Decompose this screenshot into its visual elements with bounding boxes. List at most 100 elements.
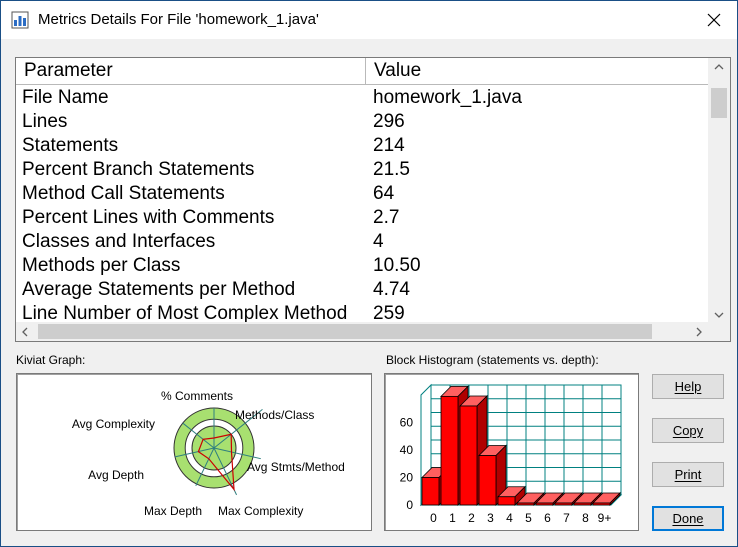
print-button[interactable]: Print — [652, 462, 724, 487]
chevron-right-icon — [696, 327, 702, 336]
copy-button[interactable]: Copy — [652, 418, 724, 443]
metrics-list[interactable]: Parameter Value File Name homework_1.java… — [15, 57, 731, 342]
scroll-right-arrow[interactable] — [690, 322, 708, 341]
close-icon — [707, 13, 721, 27]
histogram-x-tick-label: 8 — [582, 511, 589, 525]
histogram-bar-front — [478, 455, 497, 506]
list-header: Parameter Value — [16, 58, 708, 85]
column-header-value[interactable]: Value — [366, 58, 708, 84]
row-value: 2.7 — [373, 207, 400, 228]
row-parameter: Percent Branch Statements — [22, 159, 255, 180]
histogram-bar-front — [497, 496, 516, 506]
table-row[interactable]: Classes and Interfaces 4 — [16, 230, 708, 254]
histogram-bar-front — [421, 477, 440, 506]
kiviat-axis-label: Max Complexity — [218, 504, 303, 518]
row-value: 4 — [373, 231, 384, 252]
chevron-down-icon — [714, 312, 724, 318]
row-value: 296 — [373, 111, 405, 132]
horizontal-scrollbar[interactable] — [16, 322, 708, 341]
histogram-y-tick-label: 40 — [400, 443, 414, 457]
row-parameter: Average Statements per Method — [22, 279, 296, 300]
histogram-bar-front — [440, 395, 459, 506]
table-row[interactable]: Line Number of Most Complex Method 259 — [16, 302, 708, 324]
histogram-x-tick-label: 5 — [525, 511, 532, 525]
row-value: homework_1.java — [373, 87, 522, 108]
row-parameter: Methods per Class — [22, 255, 181, 276]
row-parameter: Method Call Statements — [22, 183, 225, 204]
done-button[interactable]: Done — [652, 506, 724, 531]
histogram-y-ticks: 0 20 40 60 — [400, 416, 414, 513]
kiviat-graph-panel: % Comments Methods/Class Avg Stmts/Metho… — [16, 373, 372, 531]
histogram-x-ticks: 0 1 2 3 4 5 6 7 8 9+ — [430, 511, 611, 525]
row-parameter: Percent Lines with Comments — [22, 207, 275, 228]
histogram-x-tick-label: 6 — [544, 511, 551, 525]
block-histogram-panel: 0 20 40 60 0 1 2 3 4 5 6 7 8 9+ — [384, 373, 639, 531]
histogram-x-tick-label: 7 — [563, 511, 570, 525]
row-value: 214 — [373, 135, 405, 156]
row-value: 64 — [373, 183, 395, 204]
row-value: 4.74 — [373, 279, 410, 300]
kiviat-axis-label: Avg Depth — [88, 468, 144, 482]
block-histogram-chart: 0204060 0 1 2 3 4 5 6 7 8 9+ — [400, 383, 623, 525]
vertical-scrollbar[interactable] — [708, 58, 730, 324]
histogram-bar-front — [592, 502, 611, 506]
horizontal-scroll-thumb[interactable] — [38, 324, 652, 339]
kiviat-axis-label: % Comments — [161, 389, 233, 403]
histogram-x-tick-label: 4 — [506, 511, 513, 525]
scroll-up-arrow[interactable] — [708, 58, 730, 76]
histogram-bar-front — [459, 405, 478, 506]
column-header-parameter[interactable]: Parameter — [16, 58, 366, 84]
row-value: 21.5 — [373, 159, 410, 180]
table-row[interactable]: Average Statements per Method 4.74 — [16, 278, 708, 302]
table-row[interactable]: Statements 214 — [16, 134, 708, 158]
histogram-x-tick-label: 1 — [449, 511, 456, 525]
window-title: Metrics Details For File 'homework_1.jav… — [38, 11, 319, 28]
row-parameter: Statements — [22, 135, 119, 156]
histogram-x-tick-label: 0 — [430, 511, 437, 525]
histogram-bar-front — [516, 502, 535, 506]
scrollbar-corner — [708, 322, 730, 341]
chevron-up-icon — [714, 64, 724, 70]
kiviat-axis-label: Max Depth — [144, 504, 202, 518]
chevron-left-icon — [22, 327, 28, 336]
kiviat-graph: % Comments Methods/Class Avg Stmts/Metho… — [72, 389, 345, 518]
print-button-label: Print — [674, 467, 702, 482]
metrics-dialog: Metrics Details For File 'homework_1.jav… — [0, 0, 738, 547]
close-button[interactable] — [691, 1, 737, 39]
kiviat-axis-label: Avg Stmts/Method — [247, 460, 345, 474]
table-row[interactable]: Method Call Statements 64 — [16, 182, 708, 206]
histogram-y-tick-label: 60 — [400, 416, 414, 430]
row-parameter: Line Number of Most Complex Method — [22, 303, 348, 324]
table-row[interactable]: Percent Branch Statements 21.5 — [16, 158, 708, 182]
histogram-bar-front — [554, 502, 573, 506]
histogram-x-tick-label: 2 — [468, 511, 475, 525]
copy-button-label: Copy — [672, 423, 704, 438]
histogram-x-tick-label: 3 — [487, 511, 494, 525]
row-parameter: Classes and Interfaces — [22, 231, 216, 252]
table-row[interactable]: Methods per Class 10.50 — [16, 254, 708, 278]
list-rows: File Name homework_1.java Lines 296 Statem… — [16, 86, 708, 324]
histogram-bar-front — [573, 502, 592, 506]
histogram-y-tick-label: 20 — [400, 471, 414, 485]
row-value: 259 — [373, 303, 405, 324]
block-histogram-label: Block Histogram (statements vs. depth): — [386, 353, 599, 367]
done-button-label: Done — [672, 511, 704, 526]
scroll-left-arrow[interactable] — [16, 322, 34, 341]
vertical-scroll-thumb[interactable] — [711, 88, 727, 118]
row-parameter: File Name — [22, 87, 109, 108]
table-row[interactable]: Percent Lines with Comments 2.7 — [16, 206, 708, 230]
histogram-x-tick-label: 9+ — [598, 511, 612, 525]
kiviat-axis-label: Methods/Class — [235, 408, 314, 422]
row-value: 10.50 — [373, 255, 421, 276]
table-row[interactable]: Lines 296 — [16, 110, 708, 134]
table-row[interactable]: File Name homework_1.java — [16, 86, 708, 110]
kiviat-graph-label: Kiviat Graph: — [16, 353, 86, 367]
kiviat-axis-label: Avg Complexity — [72, 417, 155, 431]
row-parameter: Lines — [22, 111, 68, 132]
title-bar: Metrics Details For File 'homework_1.jav… — [1, 1, 737, 39]
app-icon — [11, 11, 29, 29]
help-button[interactable]: Help — [652, 374, 724, 399]
help-button-label: Help — [674, 379, 702, 394]
histogram-bar-front — [535, 502, 554, 506]
histogram-y-tick-label: 0 — [406, 498, 413, 512]
